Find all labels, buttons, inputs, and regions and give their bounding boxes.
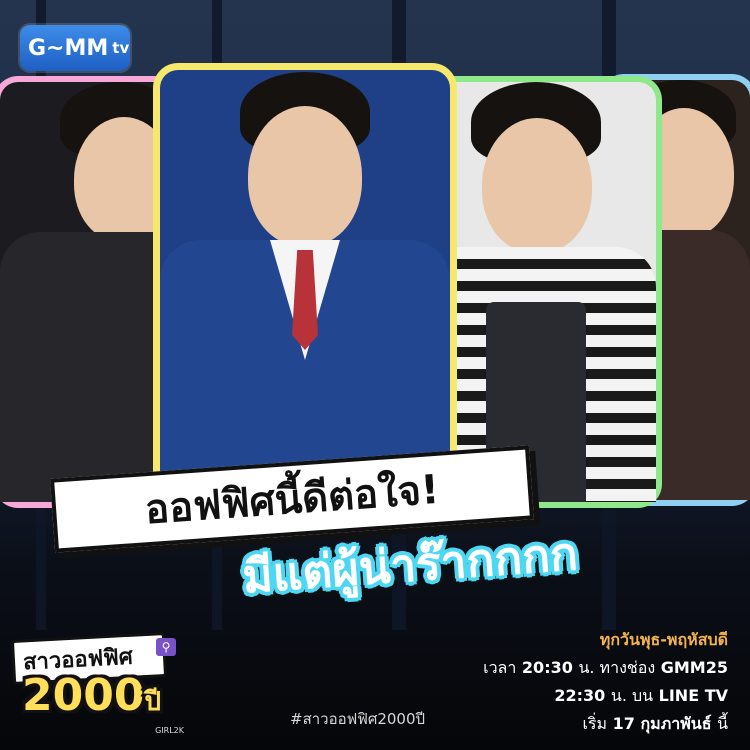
schedule-mid: น. บน bbox=[610, 686, 654, 705]
show-year: 2000ปี bbox=[22, 670, 161, 722]
schedule-start: เริ่ม 17 กุมภาพันธ์ นี้ bbox=[428, 710, 728, 738]
schedule-linetv: 22:30 น. บน LINE TV bbox=[428, 682, 728, 710]
schedule-time: 22:30 bbox=[554, 686, 606, 705]
schedule-prefix: เริ่ม bbox=[582, 714, 608, 733]
search-icon: ⚲ bbox=[156, 638, 176, 656]
show-subtitle: GIRL2K bbox=[155, 726, 184, 735]
gmm-tv-logo: G~MM tv bbox=[20, 25, 130, 71]
schedule-gmm25: เวลา 20:30 น. ทางช่อง GMM25 bbox=[428, 654, 728, 682]
schedule-date: 17 กุมภาพันธ์ bbox=[612, 714, 712, 733]
schedule-suffix: นี้ bbox=[717, 714, 728, 733]
cast-member-2 bbox=[160, 70, 450, 500]
hashtag: #สาวออฟฟิศ2000ปี bbox=[290, 710, 426, 728]
broadcast-schedule: ทุกวันพุธ-พฤหัสบดี เวลา 20:30 น. ทางช่อง… bbox=[428, 626, 728, 738]
schedule-time: 20:30 bbox=[521, 658, 573, 677]
schedule-prefix: เวลา bbox=[483, 658, 517, 677]
logo-tv-text: tv bbox=[112, 39, 130, 57]
cast-member-3 bbox=[416, 82, 656, 502]
schedule-days: ทุกวันพุธ-พฤหัสบดี bbox=[599, 630, 728, 649]
schedule-channel: LINE TV bbox=[658, 686, 728, 705]
show-year-suffix: ปี bbox=[144, 687, 161, 717]
show-year-number: 2000 bbox=[22, 670, 145, 721]
logo-text: G~MM bbox=[28, 35, 109, 61]
schedule-channel: GMM25 bbox=[660, 658, 728, 677]
schedule-mid: น. ทางช่อง bbox=[578, 658, 656, 677]
show-logo: สาวออฟฟิศ ⚲ 2000ปี GIRL2K bbox=[10, 632, 192, 740]
poster: G~MM tv ออฟฟิศนี้ดีต่อใจ! มีแต่ผู้น่าร๊า… bbox=[0, 0, 750, 750]
